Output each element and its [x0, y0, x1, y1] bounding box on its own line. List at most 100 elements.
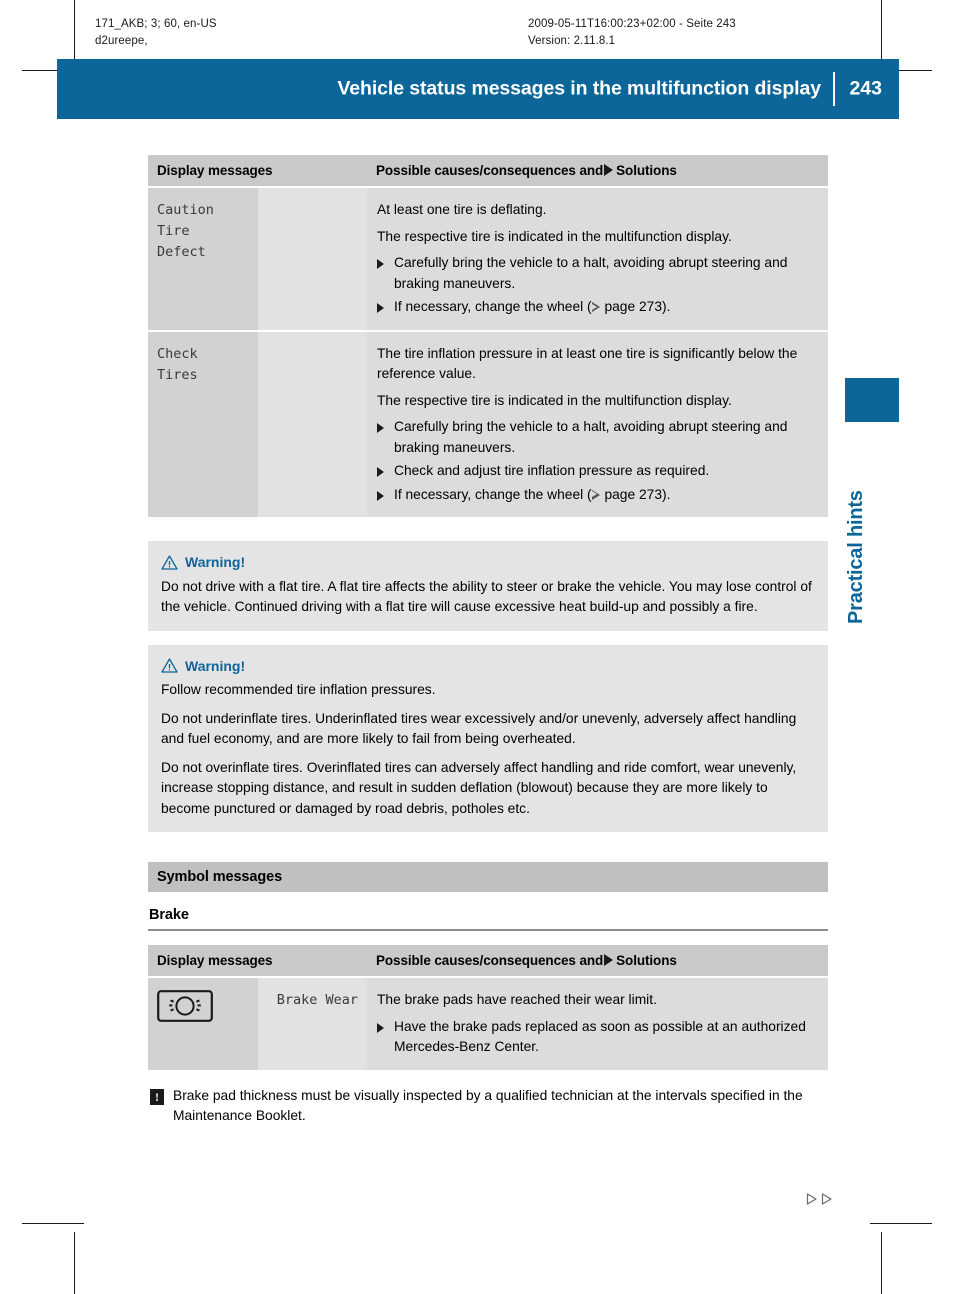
crop-mark-bottom-right-h	[870, 1223, 932, 1224]
column-header-display-messages: Display messages	[148, 945, 367, 978]
note-block: ! Brake pad thickness must be visually i…	[148, 1086, 828, 1127]
row-spacer-cell	[258, 187, 367, 332]
bullet-triangle-icon	[377, 490, 384, 501]
description-paragraph: The brake pads have reached their wear l…	[377, 992, 657, 1007]
row-description-cell: The tire inflation pressure in at least …	[367, 330, 828, 519]
continuation-marker	[805, 1192, 834, 1206]
solution-bullet: Carefully bring the vehicle to a halt, a…	[377, 417, 816, 458]
page-number: 243	[849, 77, 882, 100]
crop-mark-top-right-v	[881, 0, 882, 62]
solution-bullet: Carefully bring the vehicle to a halt, a…	[377, 253, 816, 294]
description-paragraph: The respective tire is indicated in the …	[377, 228, 732, 244]
row-description-cell: The brake pads have reached their wear l…	[367, 977, 828, 1072]
row-description-cell: At least one tire is deflating. The resp…	[367, 187, 828, 332]
page-reference-link[interactable]: page 273	[604, 299, 662, 314]
warning-header: Warning!	[161, 656, 814, 677]
row-message-cell: Brake Wear	[258, 977, 367, 1072]
solution-bullet: Have the brake pads replaced as soon as …	[377, 1017, 816, 1058]
column-header-causes-solutions: Possible causes/consequences and Solution…	[367, 155, 828, 188]
warning-paragraph: Do not drive with a flat tire. A flat ti…	[161, 578, 812, 615]
description-paragraph: The tire inflation pressure in at least …	[377, 345, 798, 382]
description-paragraph: The respective tire is indicated in the …	[377, 392, 732, 408]
document-version: Version: 2.11.8.1	[528, 35, 616, 47]
warning-paragraph: Follow recommended tire inflation pressu…	[161, 682, 436, 697]
chapter-tab-label: Practical hints	[845, 490, 867, 624]
column-header-display-messages: Display messages	[148, 155, 367, 188]
page-reference-link[interactable]: page 273	[604, 487, 662, 502]
warning-triangle-icon	[161, 555, 178, 570]
table-header-row: Display messages Possible causes/consequ…	[148, 945, 828, 978]
solution-text-before: If necessary, change the wheel (	[394, 486, 592, 502]
warning-box: Warning! Follow recommended tire inflati…	[148, 644, 828, 832]
warning-header: Warning!	[161, 552, 814, 573]
continue-arrow-icon	[821, 1193, 832, 1205]
row-message-cell: Caution Tire Defect	[148, 187, 258, 332]
warning-title: Warning!	[185, 657, 246, 674]
header-divider	[833, 72, 835, 106]
page-title: Vehicle status messages in the multifunc…	[337, 77, 821, 100]
page-ref-triangle-icon	[591, 489, 601, 500]
page-ref-triangle-icon	[591, 302, 601, 312]
column-header-causes-solutions: Possible causes/consequences and Solution…	[367, 945, 828, 978]
continue-arrow-icon	[806, 1193, 817, 1205]
symbol-messages-table: Display messages Possible causes/consequ…	[148, 945, 828, 1072]
document-timestamp: 2009-05-11T16:00:23+02:00 - Seite 243	[528, 18, 736, 30]
warning-title: Warning!	[185, 554, 246, 570]
solution-text: Carefully bring the vehicle to a halt, a…	[394, 419, 788, 455]
document-timestamp-meta: 2009-05-11T16:00:23+02:00 - Seite 243 Ve…	[528, 16, 736, 50]
table-row: Brake Wear The brake pads have reached t…	[148, 977, 828, 1072]
bullet-triangle-icon	[377, 303, 384, 313]
table-row: Caution Tire Defect At least one tire is…	[148, 187, 828, 332]
vehicle-status-messages-table: Display messages Possible causes/consequ…	[148, 155, 828, 519]
bullet-triangle-icon	[377, 1022, 384, 1033]
display-message-text: Brake Wear	[276, 992, 358, 1008]
solution-bullet: If necessary, change the wheel ( page 27…	[377, 297, 816, 318]
warning-box: Warning! Do not drive with a flat tire. …	[148, 541, 828, 631]
table-header-row: Display messages Possible causes/consequ…	[148, 155, 828, 188]
display-message-text: Caution Tire Defect	[157, 202, 214, 260]
brake-wear-indicator-icon	[157, 990, 213, 1022]
document-id-line-2: d2ureepe,	[95, 35, 148, 47]
crop-mark-top-left-v	[74, 0, 75, 62]
page-content: Display messages Possible causes/consequ…	[148, 155, 828, 1127]
solution-text-after: ).	[662, 299, 671, 314]
chapter-tab-marker	[845, 378, 899, 422]
document-id-meta: 171_AKB; 3; 60, en-US d2ureepe,	[95, 16, 217, 50]
table-row: Check Tires The tire inflation pressure …	[148, 330, 828, 519]
column-header-causes-text: Possible causes/consequences and	[376, 163, 604, 178]
crop-mark-bottom-right-v	[881, 1232, 882, 1294]
warning-triangle-icon	[161, 658, 178, 673]
description-paragraph: At least one tire is deflating.	[377, 202, 547, 217]
solution-bullet: Check and adjust tire inflation pressure…	[377, 461, 816, 482]
warning-paragraph: Do not underinflate tires. Underinflated…	[161, 710, 797, 747]
row-spacer-cell	[258, 330, 367, 519]
warning-paragraph: Do not overinflate tires. Overinflated t…	[161, 759, 797, 816]
solution-text-after: ).	[662, 486, 671, 502]
crop-mark-bottom-left-v	[74, 1232, 75, 1294]
section-heading-symbol-messages: Symbol messages	[148, 862, 828, 892]
solution-text: Carefully bring the vehicle to a halt, a…	[394, 255, 788, 291]
note-text: Brake pad thickness must be visually ins…	[173, 1087, 803, 1124]
row-message-cell: Check Tires	[148, 330, 258, 519]
bullet-triangle-icon	[377, 423, 384, 433]
display-message-text: Check Tires	[157, 345, 198, 383]
bullet-triangle-icon	[377, 259, 384, 269]
solutions-triangle-icon	[604, 164, 614, 176]
subsection-heading-brake: Brake	[148, 907, 828, 931]
solution-text-before: If necessary, change the wheel (	[394, 299, 592, 314]
solution-text: Have the brake pads replaced as soon as …	[394, 1018, 806, 1055]
bullet-triangle-icon	[377, 467, 384, 477]
row-symbol-cell	[148, 977, 258, 1072]
column-header-causes-text: Possible causes/consequences and	[376, 953, 604, 968]
solution-text: Check and adjust tire inflation pressure…	[394, 463, 710, 478]
column-header-solutions-text: Solutions	[616, 953, 677, 968]
exclamation-icon: !	[150, 1088, 164, 1105]
page-header-bar: Vehicle status messages in the multifunc…	[57, 59, 899, 119]
solutions-triangle-icon	[604, 954, 614, 966]
crop-mark-bottom-left-h	[22, 1223, 84, 1224]
document-id-line-1: 171_AKB; 3; 60, en-US	[95, 18, 217, 30]
